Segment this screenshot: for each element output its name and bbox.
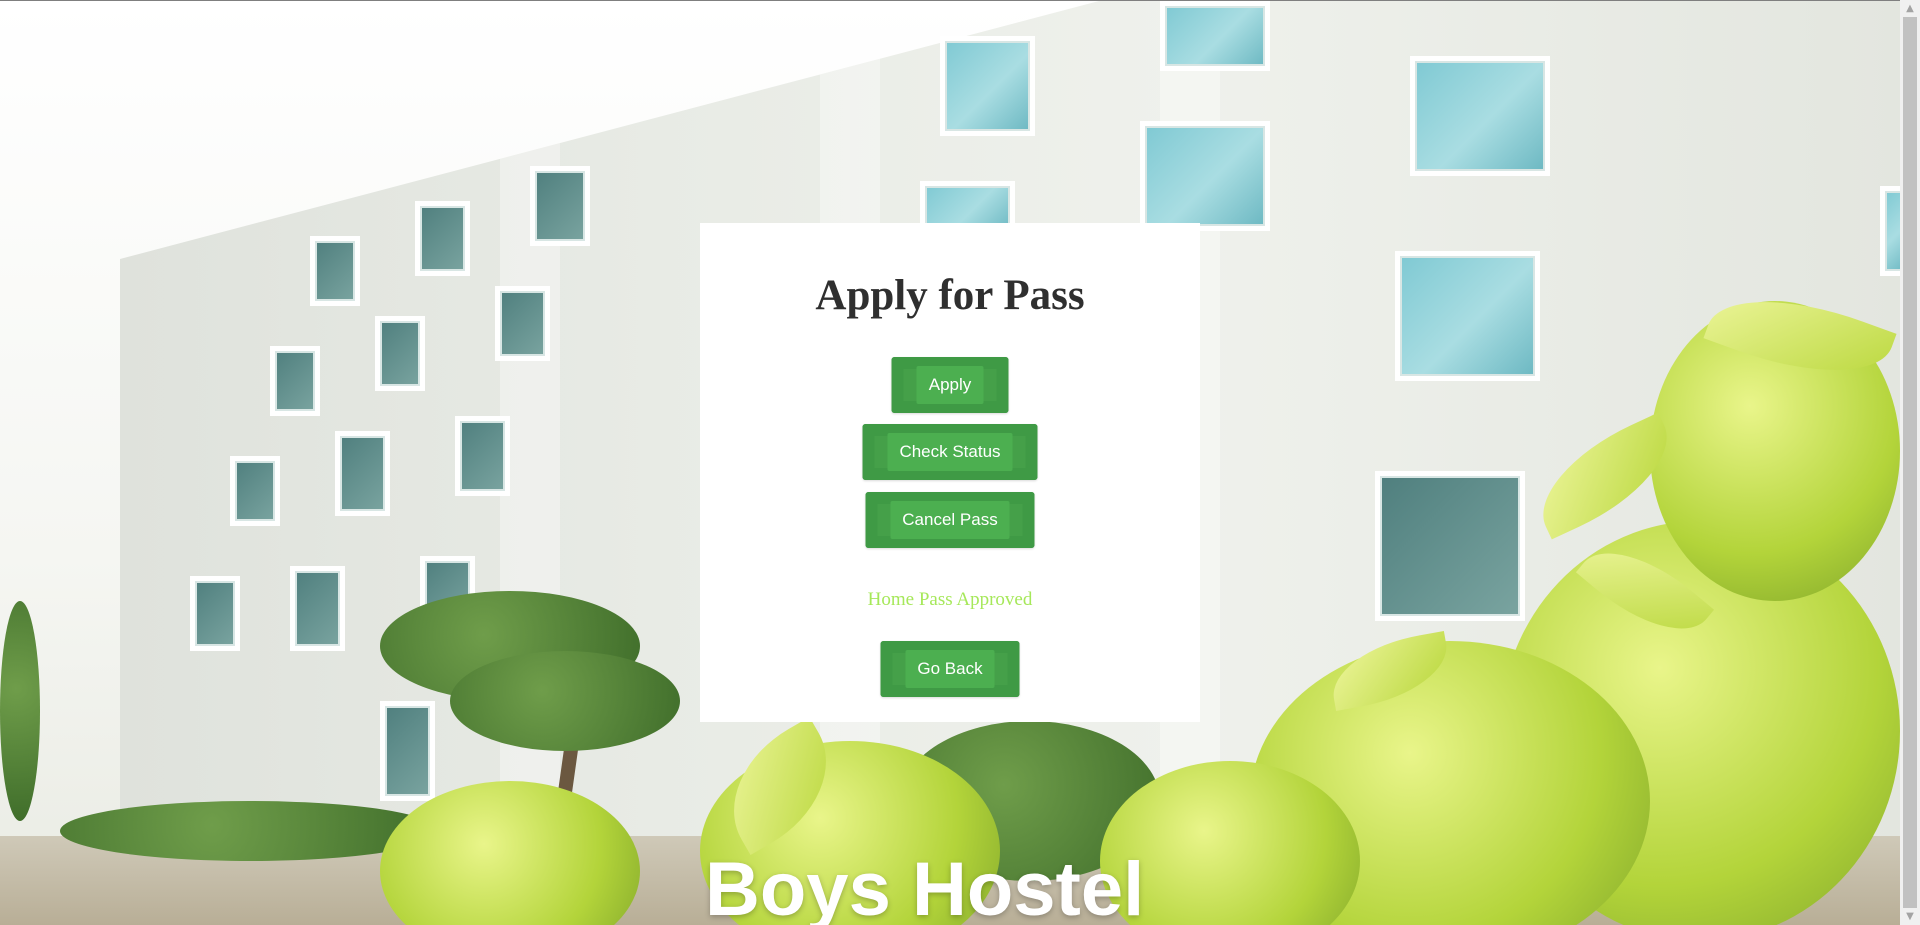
window: [1880, 186, 1900, 276]
window: [455, 416, 510, 496]
window: [335, 431, 390, 516]
scrollbar-thumb[interactable]: [1903, 17, 1917, 908]
page-title: Apply for Pass: [815, 272, 1085, 319]
shrub: [0, 601, 40, 821]
go-back-button[interactable]: Go Back: [880, 641, 1020, 697]
cancel-pass-button[interactable]: Cancel Pass: [865, 492, 1035, 548]
boys-hostel-watermark: Boys Hostel: [705, 847, 1145, 925]
tree-canopy: [450, 651, 680, 751]
window: [270, 346, 320, 416]
window: [415, 201, 470, 276]
window: [190, 576, 240, 651]
check-status-button[interactable]: Check Status: [862, 424, 1038, 480]
window: [290, 566, 345, 651]
cancel-pass-button-label: Cancel Pass: [890, 501, 1010, 539]
window: [1140, 121, 1270, 231]
scroll-up-arrow-icon[interactable]: ▲: [1900, 0, 1920, 17]
window: [530, 166, 590, 246]
apply-button[interactable]: Apply: [891, 357, 1009, 413]
window: [495, 286, 550, 361]
go-back-button-label: Go Back: [905, 650, 995, 688]
vertical-scrollbar[interactable]: ▲ ▼: [1900, 0, 1920, 925]
window: [310, 236, 360, 306]
check-status-button-label: Check Status: [887, 433, 1013, 471]
apply-button-label: Apply: [916, 366, 984, 404]
window: [380, 701, 435, 801]
window: [940, 36, 1035, 136]
window: [1160, 1, 1270, 71]
window: [1395, 251, 1540, 381]
scroll-down-arrow-icon[interactable]: ▼: [1900, 908, 1920, 925]
window: [375, 316, 425, 391]
window: [230, 456, 280, 526]
pass-panel: Apply for Pass Apply Check Status Cancel…: [700, 223, 1200, 722]
window: [1375, 471, 1525, 621]
window: [1410, 56, 1550, 176]
pass-status-message: Home Pass Approved: [867, 589, 1033, 610]
